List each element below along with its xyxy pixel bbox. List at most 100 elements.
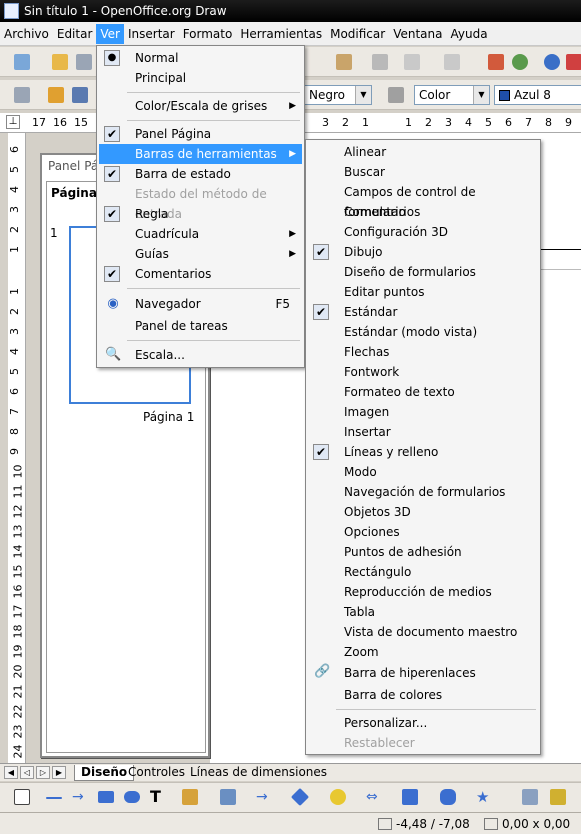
submenu-item-toolbar[interactable]: Insertar xyxy=(308,422,538,442)
menu-item-normal[interactable]: ● Normal xyxy=(99,48,302,68)
submenu-item-toolbar[interactable]: Alinear xyxy=(308,142,538,162)
menu-item-label: Estándar xyxy=(344,305,398,319)
submenu-item-toolbar[interactable]: Zoom xyxy=(308,642,538,662)
submenu-item-customize[interactable]: Personalizar... xyxy=(308,713,538,733)
menu-editar[interactable]: Editar xyxy=(53,24,97,44)
menu-herramientas[interactable]: Herramientas xyxy=(236,24,326,44)
submenu-item-toolbar[interactable]: Navegación de formularios xyxy=(308,482,538,502)
chart-icon[interactable] xyxy=(488,54,504,70)
styles-icon[interactable] xyxy=(14,87,30,103)
line-icon[interactable] xyxy=(48,87,64,103)
chevron-down-icon[interactable]: ▼ xyxy=(473,86,489,104)
next-tab-icon[interactable]: ▷ xyxy=(36,766,50,779)
redo-icon[interactable] xyxy=(444,54,460,70)
vertical-ruler[interactable]: 6 5 4 3 2 1 1 2 3 4 5 6 7 8 9 10 11 12 1… xyxy=(8,133,26,763)
ruler-tick: 14 xyxy=(11,544,25,559)
menu-item-comments[interactable]: ✔ Comentarios xyxy=(99,264,302,284)
menu-ver[interactable]: Ver xyxy=(96,23,124,44)
menu-item-principal[interactable]: Principal xyxy=(99,68,302,88)
points-icon[interactable] xyxy=(522,789,538,805)
new-document-icon[interactable] xyxy=(14,54,30,70)
area-style-combo[interactable]: Color ▼ xyxy=(414,85,490,105)
submenu-item-toolbar[interactable]: Tabla xyxy=(308,602,538,622)
submenu-item-toolbar[interactable]: Vista de documento maestro xyxy=(308,622,538,642)
format-paintbrush-icon[interactable] xyxy=(372,54,388,70)
submenu-item-toolbar[interactable]: Diseño de formularios xyxy=(308,262,538,282)
basic-shapes-icon[interactable] xyxy=(290,787,310,807)
ruler-tick: 1 xyxy=(362,116,369,129)
submenu-item-toolbar[interactable]: ✔ Líneas y relleno xyxy=(308,442,538,462)
submenu-item-toolbar[interactable]: Formateo de texto xyxy=(308,382,538,402)
undo-icon[interactable] xyxy=(404,54,420,70)
submenu-item-toolbar[interactable]: Comentarios xyxy=(308,202,538,222)
submenu-item-toolbar[interactable]: Puntos de adhesión xyxy=(308,542,538,562)
fill-color-combo[interactable]: Azul 8 xyxy=(494,85,581,105)
submenu-item-toolbar[interactable]: Rectángulo xyxy=(308,562,538,582)
prev-tab-icon[interactable]: ◁ xyxy=(20,766,34,779)
menu-item-grid[interactable]: Cuadrícula ▶ xyxy=(99,224,302,244)
tab-controles[interactable]: Controles xyxy=(122,765,191,781)
menu-insertar[interactable]: Insertar xyxy=(124,24,179,44)
submenu-item-hyperlink-bar[interactable]: 🔗 Barra de hiperenlaces xyxy=(308,662,538,684)
line-color-combo[interactable]: Negro ▼ xyxy=(304,85,372,105)
submenu-item-toolbar[interactable]: Reproducción de medios xyxy=(308,582,538,602)
stars-icon[interactable]: ★ xyxy=(476,789,492,805)
menu-archivo[interactable]: Archivo xyxy=(0,24,53,44)
menu-modificar[interactable]: Modificar xyxy=(326,24,389,44)
open-icon[interactable] xyxy=(52,54,68,70)
lines-arrows-icon[interactable]: → xyxy=(256,789,272,805)
menu-item-statusbar[interactable]: ✔ Barra de estado xyxy=(99,164,302,184)
menu-item-toolbars[interactable]: Barras de herramientas ▶ xyxy=(99,144,302,164)
submenu-item-toolbar[interactable]: Objetos 3D xyxy=(308,502,538,522)
submenu-item-toolbar[interactable]: Imagen xyxy=(308,402,538,422)
line-tool-icon[interactable] xyxy=(46,797,62,799)
submenu-item-toolbar[interactable]: Opciones xyxy=(308,522,538,542)
submenu-item-toolbar[interactable]: Buscar xyxy=(308,162,538,182)
menu-ventana[interactable]: Ventana xyxy=(389,24,446,44)
arrow-style-icon[interactable] xyxy=(72,87,88,103)
connector-icon[interactable] xyxy=(220,789,236,805)
submenu-item-toolbar[interactable]: Campos de control de formulario xyxy=(308,182,538,219)
submenu-item-toolbar[interactable]: Fontwork xyxy=(308,362,538,382)
ellipse-icon[interactable] xyxy=(124,791,140,803)
first-tab-icon[interactable]: ◀ xyxy=(4,766,18,779)
rectangle-icon[interactable] xyxy=(98,791,114,803)
chevron-down-icon[interactable]: ▼ xyxy=(355,86,371,104)
submenu-item-toolbar[interactable]: Flechas xyxy=(308,342,538,362)
block-arrows-icon[interactable]: ⇔ xyxy=(366,789,382,805)
curve-icon[interactable] xyxy=(182,789,198,805)
menu-item-ruler[interactable]: ✔ Regla xyxy=(99,204,302,224)
zoom-icon[interactable] xyxy=(566,54,581,70)
arrow-line-icon[interactable]: → xyxy=(72,789,88,805)
area-fill-icon[interactable] xyxy=(388,87,404,103)
menu-item-task-panel[interactable]: Panel de tareas xyxy=(99,316,302,336)
menu-item-navigator[interactable]: ◉ Navegador F5 xyxy=(99,294,302,314)
submenu-item-toolbar[interactable]: Editar puntos xyxy=(308,282,538,302)
symbol-shapes-icon[interactable] xyxy=(330,789,346,805)
submenu-item-toolbar[interactable]: ✔ Estándar xyxy=(308,302,538,322)
flowchart-icon[interactable] xyxy=(402,789,418,805)
gallery-icon[interactable] xyxy=(512,54,528,70)
submenu-item-toolbar[interactable]: ✔ Dibujo xyxy=(308,242,538,262)
tab-dimensiones[interactable]: Líneas de dimensiones xyxy=(184,765,333,781)
menu-formato[interactable]: Formato xyxy=(179,24,237,44)
glue-points-icon[interactable] xyxy=(550,789,566,805)
tab-stop-icon[interactable]: ⊥ xyxy=(6,115,20,129)
select-arrow-icon[interactable] xyxy=(14,789,30,805)
navigator-icon[interactable] xyxy=(544,54,560,70)
text-tool-icon[interactable]: T xyxy=(150,789,166,805)
menu-item-zoom[interactable]: 🔍 Escala... xyxy=(99,345,302,365)
last-tab-icon[interactable]: ▶ xyxy=(52,766,66,779)
callouts-icon[interactable] xyxy=(440,789,456,805)
submenu-item-toolbar[interactable]: Modo xyxy=(308,462,538,482)
save-icon[interactable] xyxy=(76,54,92,70)
menu-item-color-scale[interactable]: Color/Escala de grises ▶ xyxy=(99,96,302,116)
menu-item-guides[interactable]: Guías ▶ xyxy=(99,244,302,264)
submenu-item-toolbar[interactable]: Configuración 3D xyxy=(308,222,538,242)
ruler-tick: 6 xyxy=(505,116,512,129)
menu-item-panel-pagina[interactable]: ✔ Panel Página xyxy=(99,124,302,144)
submenu-item-toolbar[interactable]: Estándar (modo vista) xyxy=(308,322,538,342)
submenu-item-color-bar[interactable]: Barra de colores xyxy=(308,685,538,705)
paste-icon[interactable] xyxy=(336,54,352,70)
menu-ayuda[interactable]: Ayuda xyxy=(446,24,491,44)
